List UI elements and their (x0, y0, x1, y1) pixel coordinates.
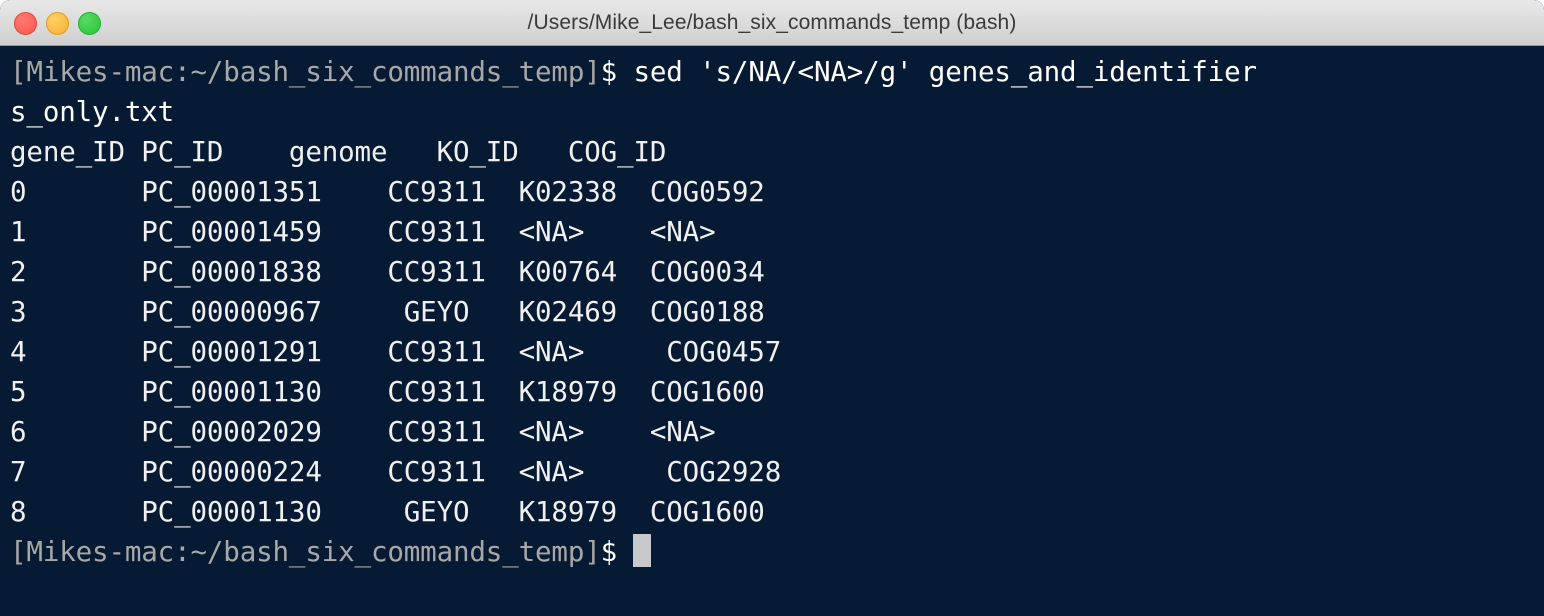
terminal-window: /Users/Mike_Lee/bash_six_commands_temp (… (0, 0, 1544, 616)
output-text: 6 PC_00002029 CC9311 <NA> <NA> (10, 416, 716, 448)
terminal-body[interactable]: [Mikes-mac:~/bash_six_commands_temp]$ se… (0, 46, 1544, 616)
output-text: 2 PC_00001838 CC9311 K00764 COG0034 (10, 256, 765, 288)
prompt-dollar: $ (600, 56, 618, 88)
output-text: 5 PC_00001130 CC9311 K18979 COG1600 (10, 376, 765, 408)
shell-prompt: [Mikes-mac:~/bash_six_commands_temp] (10, 56, 601, 88)
output-line-row-4: 4 PC_00001291 CC9311 <NA> COG0457 (0, 332, 1544, 372)
window-controls (14, 0, 101, 46)
prompt-dollar-final: $ (600, 536, 618, 568)
title-bar[interactable]: /Users/Mike_Lee/bash_six_commands_temp (… (0, 0, 1544, 46)
output-line-row-2: 2 PC_00001838 CC9311 K00764 COG0034 (0, 252, 1544, 292)
maximize-button-icon[interactable] (78, 11, 101, 35)
output-line-row-7: 7 PC_00000224 CC9311 <NA> COG2928 (0, 452, 1544, 492)
output-line-row-8: 8 PC_00001130 GEYO K18979 COG1600 (0, 492, 1544, 532)
output-text: 7 PC_00000224 CC9311 <NA> COG2928 (10, 456, 782, 488)
minimize-button-icon[interactable] (46, 11, 69, 35)
shell-prompt-final: [Mikes-mac:~/bash_six_commands_temp] (10, 536, 601, 568)
output-line-header: gene_ID PC_ID genome KO_ID COG_ID (0, 132, 1544, 172)
output-text: gene_ID PC_ID genome KO_ID COG_ID (10, 136, 667, 168)
final-prompt-line[interactable]: [Mikes-mac:~/bash_six_commands_temp]$ (0, 532, 1544, 572)
output-text: 0 PC_00001351 CC9311 K02338 COG0592 (10, 176, 765, 208)
typed-command-wrap: s_only.txt (10, 96, 175, 128)
output-text: 8 PC_00001130 GEYO K18979 COG1600 (10, 496, 765, 528)
text-cursor (633, 534, 652, 567)
output-line-row-6: 6 PC_00002029 CC9311 <NA> <NA> (0, 412, 1544, 452)
output-text: 4 PC_00001291 CC9311 <NA> COG0457 (10, 336, 782, 368)
typed-command: sed 's/NA/<NA>/g' genes_and_identifier (617, 56, 1257, 88)
window-title: /Users/Mike_Lee/bash_six_commands_temp (… (527, 10, 1017, 34)
output-text: 1 PC_00001459 CC9311 <NA> <NA> (10, 216, 716, 248)
output-line-row-5: 5 PC_00001130 CC9311 K18979 COG1600 (0, 372, 1544, 412)
output-line-row-0: 0 PC_00001351 CC9311 K02338 COG0592 (0, 172, 1544, 212)
output-line-row-1: 1 PC_00001459 CC9311 <NA> <NA> (0, 212, 1544, 252)
command-line-wrap: s_only.txt (0, 92, 1544, 132)
command-line: [Mikes-mac:~/bash_six_commands_temp]$ se… (0, 52, 1544, 92)
close-button-icon[interactable] (14, 11, 37, 35)
output-line-row-3: 3 PC_00000967 GEYO K02469 COG0188 (0, 292, 1544, 332)
output-text: 3 PC_00000967 GEYO K02469 COG0188 (10, 296, 765, 328)
